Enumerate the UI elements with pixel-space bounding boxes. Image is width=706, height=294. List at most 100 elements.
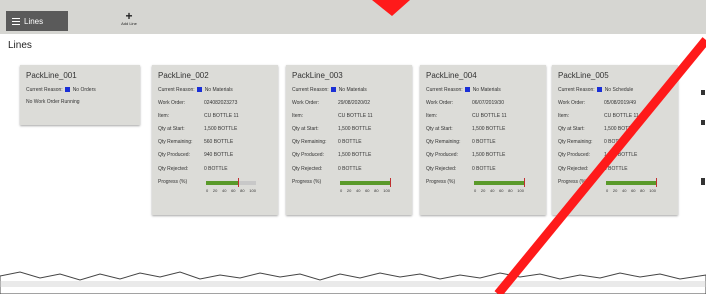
qty-remaining-label: Qty Remaining: — [558, 139, 593, 145]
progress-marker — [656, 178, 657, 187]
progress-tick-label: 0 — [606, 188, 609, 193]
work-order-label: Work Order: — [292, 100, 320, 106]
progress-marker — [390, 178, 391, 187]
progress-tick-label: 40 — [489, 188, 495, 193]
qty-at-start-value: 1,500 BOTTLE — [338, 126, 372, 132]
progress-tick-label: 20 — [612, 188, 618, 193]
current-reason-row: Current Reason: No Materials — [292, 87, 367, 93]
progress-tick-label: 0 — [206, 188, 209, 193]
progress-tick-label: 60 — [365, 188, 370, 193]
current-reason-value: No Materials — [204, 87, 233, 93]
hamburger-icon — [12, 16, 20, 27]
progress-ticks: 0 20 40 60 80 100 — [606, 188, 656, 193]
qty-produced-label: Qty Produced: — [158, 152, 190, 158]
current-reason-value: No Materials — [338, 87, 367, 93]
reason-swatch — [196, 87, 202, 92]
progress-bar: 0 20 40 60 80 100 — [206, 178, 256, 193]
current-reason-row: Current Reason: No Materials — [158, 87, 233, 93]
progress-tick-label: 100 — [649, 188, 656, 193]
qty-remaining-value: 0 BOTTLE — [338, 139, 362, 145]
work-order-label: Work Order: — [158, 100, 186, 106]
card-title: PackLine_003 — [292, 71, 343, 80]
current-reason-label: Current Reason: — [292, 87, 329, 93]
qty-remaining-label: Qty Remaining: — [158, 139, 193, 145]
packline-card[interactable]: PackLine_005 Current Reason: No Schedule … — [552, 65, 678, 215]
qty-rejected-label: Qty Rejected: — [292, 166, 323, 172]
packline-card[interactable]: PackLine_002 Current Reason: No Materials… — [152, 65, 278, 215]
qty-rejected-value: 0 BOTTLE — [604, 166, 628, 172]
progress-fill — [206, 181, 238, 185]
progress-label: Progress (%) — [292, 179, 322, 185]
qty-produced-label: Qty Produced: — [426, 152, 458, 158]
progress-ticks: 0 20 40 60 80 100 — [474, 188, 524, 193]
progress-tick-label: 80 — [240, 188, 245, 193]
qty-produced-value: 1,500 BOTTLE — [472, 152, 506, 158]
current-reason-value: No Schedule — [604, 87, 634, 93]
qty-produced-value: 1,500 BOTTLE — [338, 152, 372, 158]
progress-fill — [474, 181, 524, 185]
item-value: CU BOTTLE 11 — [338, 113, 373, 119]
progress-tick-label: 20 — [480, 188, 486, 193]
qty-produced-value: 940 BOTTLE — [204, 152, 234, 158]
progress-tick-label: 100 — [383, 188, 390, 193]
work-order-value: 024082023273 — [204, 100, 238, 106]
progress-tick-label: 80 — [640, 188, 645, 193]
progress-tick-label: 60 — [631, 188, 636, 193]
cropped-edge-fragments — [701, 90, 705, 185]
current-reason-label: Current Reason: — [558, 87, 595, 93]
progress-bar: 0 20 40 60 80 100 — [340, 178, 391, 193]
qty-at-start-label: Qty at Start: — [158, 126, 185, 132]
item-label: Item: — [292, 113, 304, 119]
progress-marker — [524, 178, 525, 187]
card-title: PackLine_005 — [558, 71, 609, 80]
item-label: Item: — [558, 113, 570, 119]
reason-swatch — [330, 87, 336, 92]
card-title: PackLine_002 — [158, 71, 209, 80]
progress-tick-label: 20 — [346, 188, 352, 193]
item-value: CU BOTTLE 11 — [204, 113, 239, 119]
qty-rejected-label: Qty Rejected: — [426, 166, 457, 172]
qty-remaining-label: Qty Remaining: — [292, 139, 327, 145]
progress-tick-label: 100 — [517, 188, 524, 193]
progress-bar: 0 20 40 60 80 100 — [606, 178, 657, 193]
qty-produced-label: Qty Produced: — [558, 152, 590, 158]
progress-tick-label: 100 — [249, 188, 256, 193]
packline-card[interactable]: PackLine_003 Current Reason: No Materials… — [286, 65, 412, 215]
qty-at-start-value: 1,500 BOTTLE — [204, 126, 238, 132]
progress-tick-label: 40 — [221, 188, 227, 193]
packline-card[interactable]: PackLine_001 Current Reason: No Orders No… — [20, 65, 140, 125]
qty-at-start-value: 1,500 BOTTLE — [472, 126, 506, 132]
item-label: Item: — [158, 113, 170, 119]
top-toolbar: Lines + Add Line — [0, 0, 706, 34]
work-order-label: Work Order: — [558, 100, 586, 106]
progress-tick-label: 40 — [355, 188, 361, 193]
progress-tick-label: 60 — [231, 188, 236, 193]
card-title: PackLine_001 — [26, 71, 77, 80]
reason-swatch — [596, 87, 602, 92]
work-order-value: 29/08/2020/02 — [338, 100, 370, 106]
reason-swatch — [64, 87, 70, 92]
progress-tick-label: 20 — [212, 188, 218, 193]
reason-swatch — [464, 87, 470, 92]
add-line-button[interactable]: + Add Line — [116, 9, 142, 26]
plus-icon: + — [125, 9, 133, 23]
current-reason-label: Current Reason: — [26, 87, 63, 93]
progress-tick-label: 0 — [474, 188, 477, 193]
current-reason-row: Current Reason: No Schedule — [558, 87, 633, 93]
current-reason-value: No Materials — [472, 87, 501, 93]
progress-tick-label: 60 — [499, 188, 504, 193]
progress-tick-label: 0 — [340, 188, 343, 193]
item-value: CU BOTTLE 11 — [604, 113, 639, 119]
packline-card[interactable]: PackLine_004 Current Reason: No Materials… — [420, 65, 546, 215]
card-title: PackLine_004 — [426, 71, 477, 80]
work-order-label: Work Order: — [426, 100, 454, 106]
item-label: Item: — [426, 113, 438, 119]
progress-ticks: 0 20 40 60 80 100 — [206, 188, 256, 193]
lines-menu-button[interactable]: Lines — [6, 11, 68, 31]
current-reason-row: Current Reason: No Materials — [426, 87, 501, 93]
progress-tick-label: 80 — [508, 188, 513, 193]
work-order-value: 06/07/2019/30 — [472, 100, 504, 106]
progress-fill — [340, 181, 390, 185]
progress-fill — [606, 181, 656, 185]
qty-produced-label: Qty Produced: — [292, 152, 324, 158]
